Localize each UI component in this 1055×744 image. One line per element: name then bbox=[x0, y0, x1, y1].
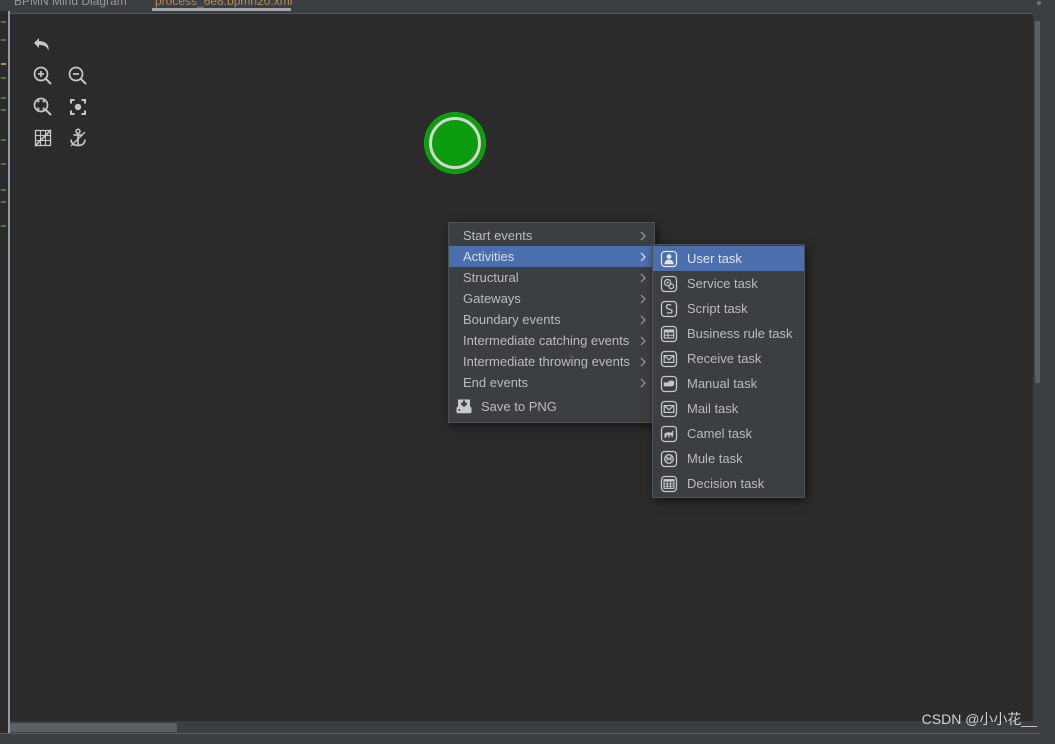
menu-item-gateways[interactable]: Gateways bbox=[449, 288, 654, 309]
toggle-grid-button[interactable] bbox=[25, 122, 60, 153]
submenu-item-label: User task bbox=[687, 251, 742, 266]
bottom-status-bar bbox=[0, 733, 1055, 744]
grid-off-icon bbox=[32, 127, 54, 149]
undo-button[interactable] bbox=[25, 29, 60, 60]
submenu-item-camel-task[interactable]: Camel task bbox=[653, 421, 804, 446]
user-task-icon bbox=[659, 250, 679, 268]
zoom-fit-button[interactable] bbox=[25, 91, 60, 122]
submenu-item-script-task[interactable]: Script task bbox=[653, 296, 804, 321]
menu-item-structural[interactable]: Structural bbox=[449, 267, 654, 288]
submenu-item-label: Manual task bbox=[687, 376, 758, 391]
camel-task-icon bbox=[659, 425, 679, 443]
menu-item-label: Save to PNG bbox=[481, 399, 557, 414]
activities-submenu[interactable]: User task Service task Script task Busin… bbox=[652, 244, 805, 498]
service-task-icon bbox=[659, 275, 679, 293]
menu-item-label: Gateways bbox=[463, 291, 521, 306]
menu-item-label: Activities bbox=[463, 249, 515, 264]
menu-item-label: Intermediate throwing events bbox=[463, 354, 630, 369]
submenu-item-mail-task[interactable]: Mail task bbox=[653, 396, 804, 421]
anchor-icon bbox=[67, 127, 89, 149]
chevron-right-icon bbox=[640, 294, 646, 303]
submenu-item-receive-task[interactable]: Receive task bbox=[653, 346, 804, 371]
submenu-item-label: Mule task bbox=[687, 451, 743, 466]
menu-item-activities[interactable]: Activities bbox=[449, 246, 654, 267]
chevron-right-icon bbox=[640, 315, 646, 324]
save-to-png-icon bbox=[453, 398, 475, 416]
zoom-out-button[interactable] bbox=[60, 60, 95, 91]
chevron-right-icon bbox=[640, 357, 646, 366]
focus-selection-button[interactable] bbox=[60, 91, 95, 122]
menu-item-end-events[interactable]: End events bbox=[449, 372, 654, 393]
business-rule-task-icon bbox=[659, 325, 679, 343]
menu-item-start-events[interactable]: Start events bbox=[449, 225, 654, 246]
horizontal-scrollbar-thumb[interactable] bbox=[10, 723, 177, 732]
bpmn-palette-context-menu[interactable]: Start events Activities Structural Gatew… bbox=[448, 222, 655, 423]
undo-icon bbox=[31, 34, 55, 56]
submenu-item-manual-task[interactable]: Manual task bbox=[653, 371, 804, 396]
editor-tab-strip: BPMN Mind Diagram process_6e8.bpmn20.xml bbox=[0, 0, 1055, 11]
submenu-item-label: Business rule task bbox=[687, 326, 793, 341]
submenu-item-label: Service task bbox=[687, 276, 758, 291]
menu-item-intermediate-throwing-events[interactable]: Intermediate throwing events bbox=[449, 351, 654, 372]
submenu-item-label: Camel task bbox=[687, 426, 753, 441]
submenu-item-label: Mail task bbox=[687, 401, 739, 416]
menu-item-label: Structural bbox=[463, 270, 519, 285]
menu-item-label: Intermediate catching events bbox=[463, 333, 630, 348]
submenu-item-service-task[interactable]: Service task bbox=[653, 271, 804, 296]
bpmn-diagram-editor-window: BPMN Mind Diagram process_6e8.bpmn20.xml bbox=[0, 0, 1055, 744]
submenu-item-label: Script task bbox=[687, 301, 748, 316]
bpmn-start-event-node[interactable] bbox=[425, 113, 485, 173]
receive-task-icon bbox=[659, 350, 679, 368]
menu-item-label: Boundary events bbox=[463, 312, 561, 327]
tab-overflow-dot[interactable] bbox=[1037, 1, 1041, 5]
submenu-item-label: Receive task bbox=[687, 351, 762, 366]
manual-task-icon bbox=[659, 375, 679, 393]
script-task-icon bbox=[659, 300, 679, 318]
tab-bpmn-mind-diagram[interactable]: BPMN Mind Diagram bbox=[14, 0, 127, 11]
menu-item-label: Start events bbox=[463, 228, 533, 243]
right-gutter bbox=[1040, 11, 1055, 744]
chevron-right-icon bbox=[640, 273, 646, 282]
chevron-right-icon bbox=[640, 336, 646, 345]
zoom-out-icon bbox=[67, 65, 89, 87]
focus-selection-icon bbox=[67, 96, 89, 118]
submenu-item-decision-task[interactable]: Decision task bbox=[653, 471, 804, 496]
menu-item-label: End events bbox=[463, 375, 529, 390]
menu-item-boundary-events[interactable]: Boundary events bbox=[449, 309, 654, 330]
zoom-in-button[interactable] bbox=[25, 60, 60, 91]
submenu-item-user-task[interactable]: User task bbox=[653, 246, 804, 271]
zoom-in-icon bbox=[32, 65, 54, 87]
mail-task-icon bbox=[659, 400, 679, 418]
menu-item-save-to-png[interactable]: Save to PNG bbox=[449, 393, 654, 420]
menu-item-intermediate-catching-events[interactable]: Intermediate catching events bbox=[449, 330, 654, 351]
chevron-right-icon bbox=[640, 252, 646, 261]
submenu-item-label: Decision task bbox=[687, 476, 765, 491]
toggle-snap-button[interactable] bbox=[60, 122, 95, 153]
active-tab-underline bbox=[152, 8, 291, 11]
chevron-right-icon bbox=[640, 231, 646, 240]
chevron-right-icon bbox=[640, 378, 646, 387]
diagram-toolbar bbox=[25, 29, 95, 153]
zoom-fit-icon bbox=[32, 96, 54, 118]
decision-task-icon bbox=[659, 475, 679, 493]
mule-task-icon bbox=[659, 450, 679, 468]
submenu-item-business-rule-task[interactable]: Business rule task bbox=[653, 321, 804, 346]
submenu-item-mule-task[interactable]: Mule task bbox=[653, 446, 804, 471]
left-editor-sliver bbox=[0, 11, 8, 744]
